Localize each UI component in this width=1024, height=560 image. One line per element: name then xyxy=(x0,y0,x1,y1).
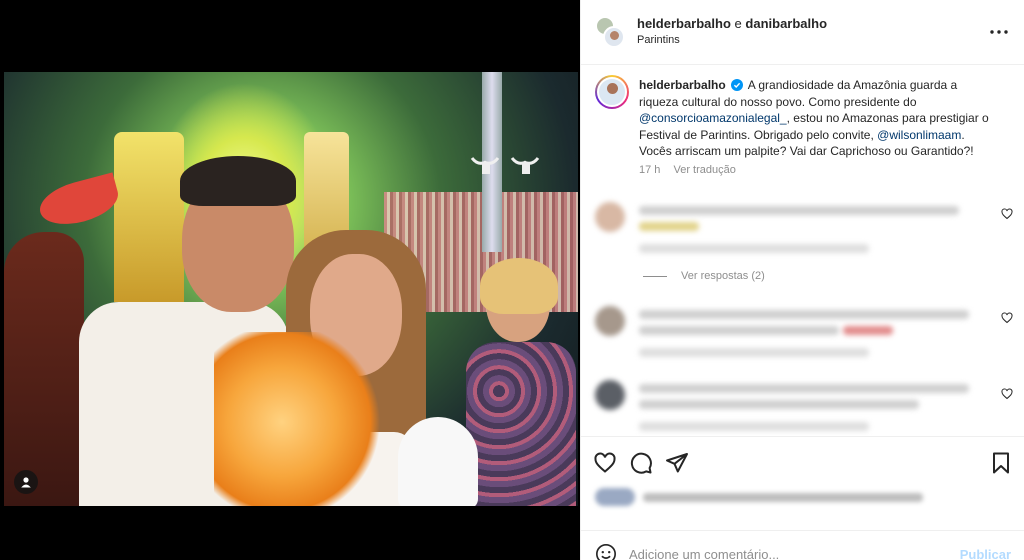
bull-sculpture xyxy=(468,152,548,176)
parade-float xyxy=(114,132,184,302)
heart-icon[interactable] xyxy=(593,451,617,475)
avatar xyxy=(595,202,625,232)
header-user-secondary[interactable]: danibarbalho xyxy=(745,16,827,31)
caption-time[interactable]: 17 h xyxy=(639,164,660,176)
post-photo[interactable] xyxy=(4,72,578,506)
caption-meta: 17 h Ver tradução xyxy=(639,164,736,176)
comment-item xyxy=(581,198,1024,258)
header-connector: e xyxy=(734,16,742,31)
verified-icon xyxy=(731,79,744,91)
post-side-panel: helderbarbalho e danibarbalho Parintins … xyxy=(580,0,1024,560)
post-media xyxy=(0,0,580,560)
person-left xyxy=(4,232,84,506)
comment-item xyxy=(581,376,1024,436)
view-replies-label: Ver respostas (2) xyxy=(681,270,765,282)
emoji-icon[interactable] xyxy=(595,543,617,560)
caption-avatar[interactable] xyxy=(595,75,629,109)
collab-avatars[interactable] xyxy=(595,16,625,48)
comment-item xyxy=(581,302,1024,362)
heart-icon[interactable] xyxy=(1001,312,1013,324)
more-options-button[interactable] xyxy=(988,22,1010,42)
microphone xyxy=(398,417,478,506)
avatar xyxy=(595,306,625,336)
caption-mention-2[interactable]: @wilsonlimaam xyxy=(877,128,961,142)
translate-link[interactable]: Ver tradução xyxy=(673,164,735,176)
post-actions xyxy=(581,436,1024,486)
post-location[interactable]: Parintins xyxy=(637,34,680,46)
share-icon[interactable] xyxy=(665,451,689,475)
caption-username[interactable]: helderbarbalho xyxy=(639,78,726,92)
header-usernames: helderbarbalho e danibarbalho xyxy=(637,16,827,31)
post-header: helderbarbalho e danibarbalho Parintins xyxy=(581,0,1024,65)
parade-bird xyxy=(35,172,123,232)
man-hair xyxy=(180,156,296,206)
caption-text: helderbarbalho A grandiosidade da Amazôn… xyxy=(639,77,999,160)
avatar xyxy=(603,26,625,48)
more-icon xyxy=(990,30,1008,34)
user-tag-button[interactable] xyxy=(14,470,38,494)
person-right-body xyxy=(466,342,576,506)
user-tag-icon xyxy=(21,477,31,488)
header-user-primary[interactable]: helderbarbalho xyxy=(637,16,731,31)
comment-input[interactable] xyxy=(629,545,949,560)
person-right-hair xyxy=(480,258,558,314)
view-replies-button[interactable]: Ver respostas (2) xyxy=(643,270,765,282)
caption-mention-1[interactable]: @consorcioamazonialegal_ xyxy=(639,111,787,125)
comment-icon[interactable] xyxy=(629,451,653,475)
feather-costume xyxy=(214,332,384,506)
save-icon[interactable] xyxy=(989,451,1013,475)
publish-button[interactable]: Publicar xyxy=(960,547,1011,560)
avatar xyxy=(595,380,625,410)
heart-icon[interactable] xyxy=(1001,208,1013,220)
comment-composer: Publicar xyxy=(581,530,1024,560)
comments-list: Ver respostas (2) xyxy=(581,190,1024,436)
heart-icon[interactable] xyxy=(1001,388,1013,400)
likes-summary[interactable] xyxy=(595,488,935,508)
